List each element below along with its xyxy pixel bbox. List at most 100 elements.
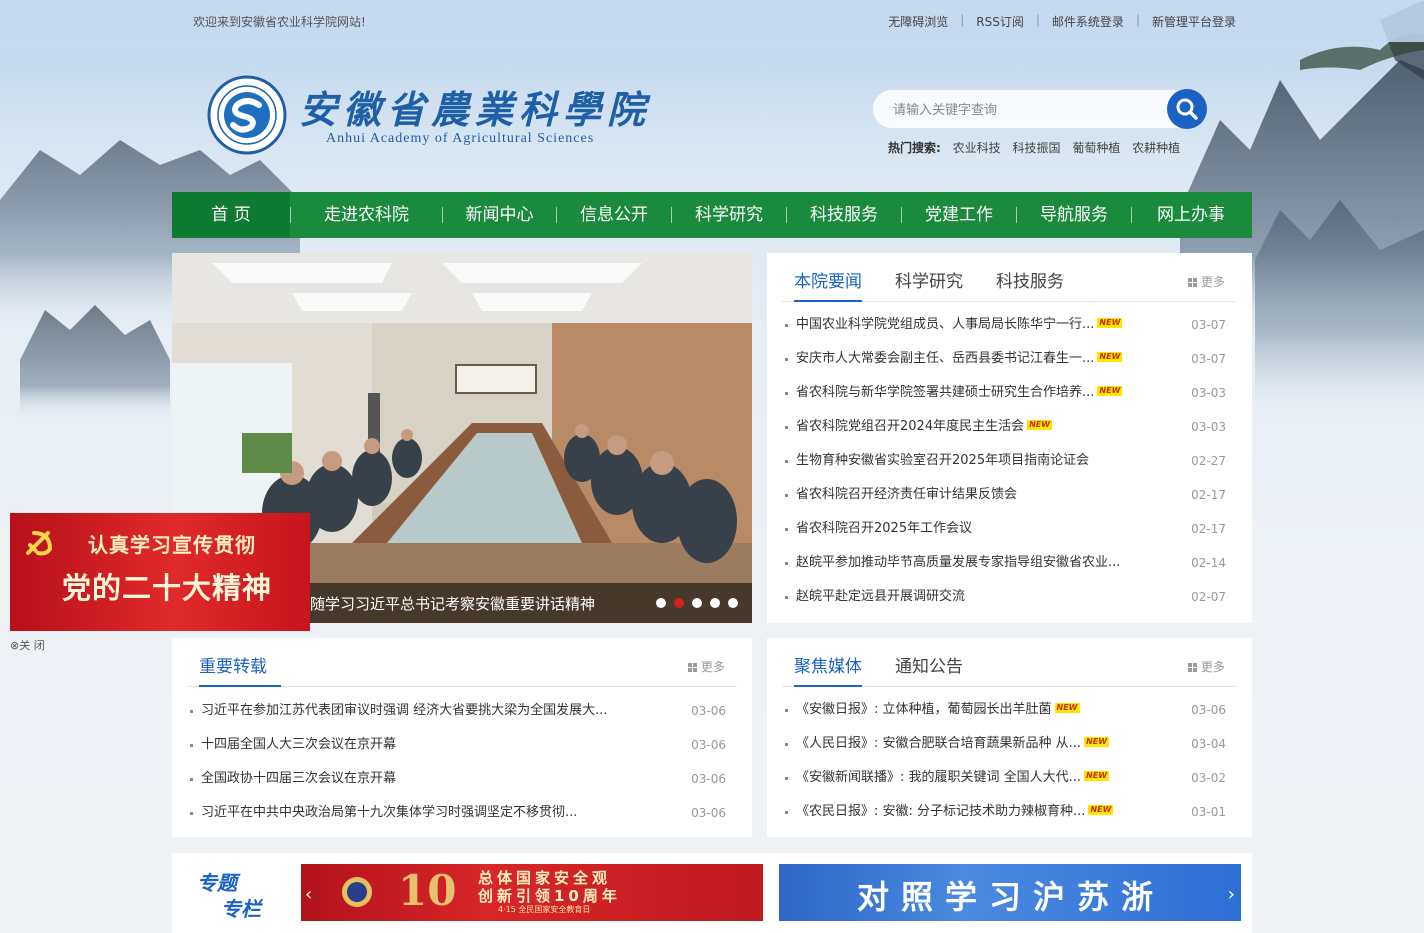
next-arrow[interactable]: › (1228, 884, 1235, 905)
list-item[interactable]: 习近平在中共中央政治局第十九次集体学习时强调坚定不移贯彻... 03-06 (187, 796, 737, 830)
item-title: 全国政协十四届三次会议在京开幕 (201, 771, 397, 786)
anniversary-number: 10 (398, 866, 457, 915)
tab-notices[interactable]: 通知公告 (895, 652, 963, 687)
list-item[interactable]: 习近平在参加江苏代表团审议时强调 经济大省要挑大梁为全国发展大... 03-06 (187, 694, 737, 728)
list-item[interactable]: 《农民日报》: 安徽: 分子标记技术助力辣椒育种... NEW 03-01 (782, 795, 1237, 829)
item-date: 03-01 (1191, 805, 1226, 819)
bullet (190, 744, 193, 747)
carousel-dot[interactable] (710, 598, 720, 608)
media-list: 《安徽日报》: 立体种植，葡萄园长出羊肚菌 NEW 03-06 《人民日报》: 安徽… (782, 693, 1237, 829)
hot-search: 热门搜索: 农业科技 科技振国 葡萄种植 农耕种植 (888, 139, 1180, 156)
search-input[interactable] (893, 99, 1153, 121)
new-badge: NEW (1084, 771, 1110, 781)
special-column: 专题 专栏 ‹ 10 总体国家安全观 创新引领10周年 4·15 全民国家安全教… (172, 853, 1252, 933)
top-bar: 欢迎来到安徽省农业科学院网站! 无障碍浏览 | RSS订阅 | 邮件系统登录 |… (0, 0, 1424, 42)
list-item[interactable]: 省农科院党组召开2024年度民主生活会 NEW 03-03 (782, 410, 1237, 444)
bullet (785, 426, 788, 429)
police-badge-icon (342, 877, 372, 907)
item-text: 《农民日报》: 安徽: 分子标记技术助力辣椒育种... (796, 804, 1086, 819)
special-label: 专题 (197, 871, 237, 895)
list-item[interactable]: 中国农业科学院党组成员、人事局局长陈华宁一行... NEW 03-07 (782, 308, 1237, 342)
special-banner-study[interactable]: 对照学习沪苏浙 › (779, 864, 1241, 921)
tab-academy-news[interactable]: 本院要闻 (794, 267, 862, 302)
list-item[interactable]: 省农科院与新华学院签署共建硕士研究生合作培养... NEW 03-03 (782, 376, 1237, 410)
hot-search-word[interactable]: 农耕种植 (1132, 141, 1180, 155)
nav-item-info[interactable]: 信息公开 (557, 192, 671, 238)
nav-item-news[interactable]: 新闻中心 (443, 192, 556, 238)
carousel-dot-active[interactable] (674, 598, 684, 608)
special-label: 专栏 (221, 897, 261, 921)
list-item[interactable]: 赵皖平赴定远县开展调研交流 02-07 (782, 580, 1237, 614)
list-item[interactable]: 《安徽新闻联播》: 我的履职关键词 全国人大代... NEW 03-02 (782, 761, 1237, 795)
new-badge: NEW (1097, 352, 1123, 362)
bullet (785, 528, 788, 531)
nav-item-research[interactable]: 科学研究 (672, 192, 786, 238)
hot-search-word[interactable]: 农业科技 (953, 141, 1001, 155)
tab-tech-service[interactable]: 科技服务 (996, 267, 1064, 302)
mail-login-link[interactable]: 邮件系统登录 (1052, 13, 1124, 30)
rss-link[interactable]: RSS订阅 (976, 13, 1024, 30)
reprint-list: 习近平在参加江苏代表团审议时强调 经济大省要挑大梁为全国发展大... 03-06 … (187, 694, 737, 830)
item-title: 省农科院召开2025年工作会议 (796, 521, 973, 536)
close-ad-button[interactable]: ⊗关 闭 (10, 637, 45, 653)
list-item[interactable]: 全国政协十四届三次会议在京开幕 03-06 (187, 762, 737, 796)
item-date: 03-06 (691, 806, 726, 820)
nav-item-services[interactable]: 科技服务 (787, 192, 901, 238)
academy-emblem-icon (207, 75, 287, 155)
new-badge: NEW (1054, 703, 1080, 713)
list-item[interactable]: 《人民日报》: 安徽合肥联合培育蔬果新品种 从... NEW 03-04 (782, 727, 1237, 761)
carousel-dot[interactable] (656, 598, 666, 608)
more-link[interactable]: 更多 (1187, 273, 1225, 290)
tab-research[interactable]: 科学研究 (895, 267, 963, 302)
bullet (785, 324, 788, 327)
item-title: 中国农业科学院党组成员、人事局局长陈华宁一行... NEW (796, 308, 1123, 342)
tab-reprint[interactable]: 重要转载 (199, 652, 281, 687)
list-item[interactable]: 安庆市人大常委会副主任、岳西县委书记江春生一... NEW 03-07 (782, 342, 1237, 376)
hot-search-word[interactable]: 葡萄种植 (1072, 141, 1120, 155)
nav-item-online[interactable]: 网上办事 (1132, 192, 1250, 238)
item-text: 省农科院党组召开2024年度民主生活会 (796, 419, 1025, 434)
item-date: 03-03 (1191, 420, 1226, 434)
hot-search-label: 热门搜索: (888, 141, 941, 155)
floating-ad[interactable]: 认真学习宣传贯彻 党的二十大精神 (10, 513, 310, 631)
special-banner-security[interactable]: ‹ 10 总体国家安全观 创新引领10周年 4·15 全民国家安全教育日 (301, 864, 763, 921)
new-badge: NEW (1027, 420, 1053, 430)
list-item[interactable]: 十四届全国人大三次会议在京开幕 03-06 (187, 728, 737, 762)
item-date: 02-14 (1191, 556, 1226, 570)
item-title: 《安徽日报》: 立体种植，葡萄园长出羊肚菌 NEW (796, 693, 1080, 727)
nav-item-about[interactable]: 走进农科院 (291, 192, 442, 238)
item-text: 安庆市人大常委会副主任、岳西县委书记江春生一... (796, 351, 1095, 366)
carousel-dot[interactable] (692, 598, 702, 608)
more-link[interactable]: 更多 (1187, 658, 1225, 675)
list-item[interactable]: 《安徽日报》: 立体种植，葡萄园长出羊肚菌 NEW 03-06 (782, 693, 1237, 727)
hot-search-word[interactable]: 科技振国 (1012, 141, 1060, 155)
item-date: 03-07 (1191, 318, 1226, 332)
carousel-dot[interactable] (728, 598, 738, 608)
item-title: 《人民日报》: 安徽合肥联合培育蔬果新品种 从... NEW (796, 727, 1110, 761)
item-text: 中国农业科学院党组成员、人事局局长陈华宁一行... (796, 317, 1095, 332)
item-title: 省农科院召开经济责任审计结果反馈会 (796, 487, 1018, 502)
more-link[interactable]: 更多 (687, 658, 725, 675)
news-list: 中国农业科学院党组成员、人事局局长陈华宁一行... NEW 03-07 安庆市人大常… (782, 308, 1237, 614)
nav-item-home[interactable]: 首 页 (172, 192, 290, 238)
list-item[interactable]: 省农科院召开2025年工作会议 02-17 (782, 512, 1237, 546)
nav-item-navigation[interactable]: 导航服务 (1017, 192, 1131, 238)
platform-login-link[interactable]: 新管理平台登录 (1152, 13, 1236, 30)
bullet (785, 562, 788, 565)
accessibility-link[interactable]: 无障碍浏览 (888, 13, 948, 30)
banner-caption[interactable]: 随学习习近平总书记考察安徽重要讲话精神 (310, 593, 595, 614)
search-icon (1176, 98, 1198, 120)
separator: | (960, 13, 965, 27)
news-tabs: 本院要闻 科学研究 科技服务 更多 (782, 253, 1237, 302)
item-date: 03-06 (691, 704, 726, 718)
tab-media[interactable]: 聚焦媒体 (794, 652, 862, 687)
prev-arrow[interactable]: ‹ (305, 884, 312, 905)
nav-item-party[interactable]: 党建工作 (902, 192, 1016, 238)
bullet (785, 392, 788, 395)
special-banner-text: 对照学习沪苏浙 (857, 878, 1166, 916)
search-button[interactable] (1167, 89, 1207, 129)
bullet (785, 460, 788, 463)
list-item[interactable]: 省农科院召开经济责任审计结果反馈会 02-17 (782, 478, 1237, 512)
list-item[interactable]: 生物育种安徽省实验室召开2025年项目指南论证会 02-27 (782, 444, 1237, 478)
list-item[interactable]: 赵皖平参加推动毕节高质量发展专家指导组安徽省农业... 02-14 (782, 546, 1237, 580)
